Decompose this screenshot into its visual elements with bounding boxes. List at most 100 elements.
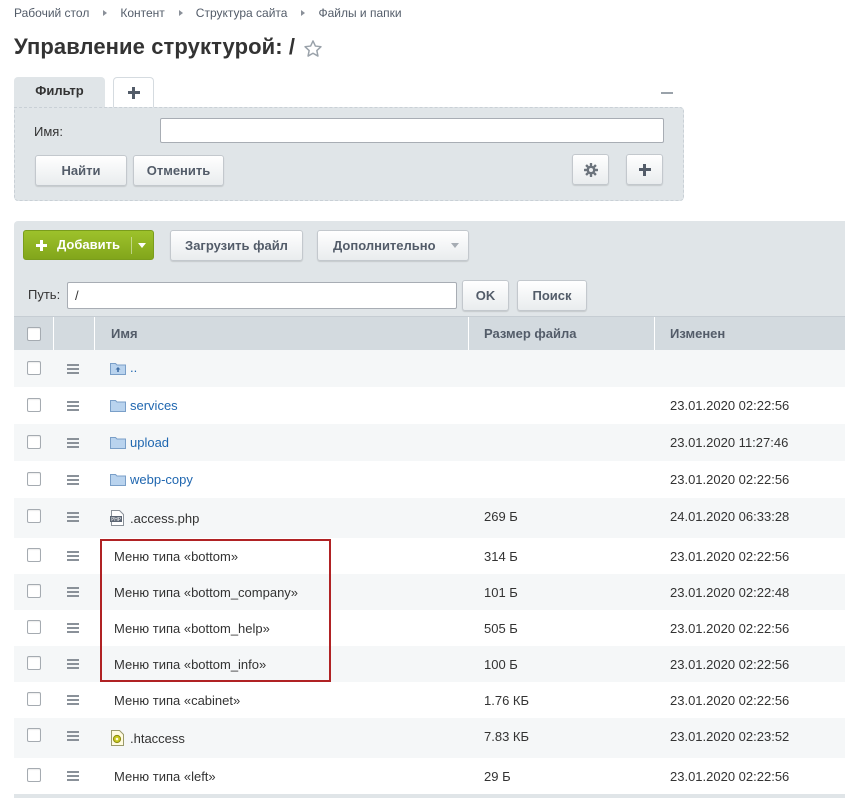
row-checkbox[interactable] <box>27 361 41 375</box>
folder-icon <box>110 474 126 486</box>
ok-button[interactable]: OK <box>462 280 509 311</box>
row-modified: 23.01.2020 02:22:56 <box>670 693 790 708</box>
breadcrumb-item-content[interactable]: Контент <box>120 6 164 20</box>
search-button[interactable]: Поиск <box>517 280 587 311</box>
row-checkbox[interactable] <box>27 728 41 742</box>
row-menu-icon[interactable] <box>67 475 79 485</box>
row-name[interactable]: services <box>130 398 178 413</box>
breadcrumb-item-files-folders[interactable]: Файлы и папки <box>318 6 401 20</box>
row-modified: 24.01.2020 06:33:28 <box>670 509 790 524</box>
row-menu-icon[interactable] <box>67 695 79 705</box>
row-name[interactable]: Меню типа «cabinet» <box>114 693 240 708</box>
add-filter-field-button[interactable] <box>626 154 663 185</box>
row-name[interactable]: Меню типа «bottom_help» <box>114 621 270 636</box>
row-name[interactable]: Меню типа «bottom_info» <box>114 657 266 672</box>
row-size: 314 Б <box>484 549 518 564</box>
table-row[interactable]: .. <box>14 350 845 387</box>
table-row[interactable]: Меню типа «left» 29 Б 23.01.2020 02:22:5… <box>14 758 845 794</box>
table-row[interactable]: services 23.01.2020 02:22:56 <box>14 387 845 424</box>
row-modified: 23.01.2020 02:23:52 <box>670 729 790 744</box>
row-name[interactable]: .htaccess <box>130 731 185 746</box>
column-header-size[interactable]: Размер файла <box>469 317 655 351</box>
row-checkbox[interactable] <box>27 435 41 449</box>
row-checkbox[interactable] <box>27 398 41 412</box>
row-name[interactable]: .. <box>130 360 137 375</box>
row-name[interactable]: webp-copy <box>130 472 193 487</box>
row-checkbox[interactable] <box>27 692 41 706</box>
header-checkbox-cell <box>14 317 54 351</box>
row-modified: 23.01.2020 02:22:56 <box>670 549 790 564</box>
more-actions-button[interactable]: Дополнительно <box>317 230 469 261</box>
row-menu-icon[interactable] <box>67 623 79 633</box>
table-row[interactable]: Меню типа «cabinet» 1.76 КБ 23.01.2020 0… <box>14 682 845 718</box>
add-button[interactable]: Добавить <box>23 230 154 260</box>
row-menu-icon[interactable] <box>67 731 79 741</box>
filter-tab[interactable]: Фильтр <box>14 77 105 109</box>
table-header: Имя Размер файла Изменен <box>14 316 845 351</box>
row-name[interactable]: .access.php <box>130 511 199 526</box>
row-name[interactable]: upload <box>130 435 169 450</box>
chevron-down-icon[interactable] <box>138 243 146 248</box>
htaccess-file-icon <box>111 730 124 746</box>
chevron-down-icon <box>451 243 459 248</box>
row-menu-icon[interactable] <box>67 771 79 781</box>
row-name[interactable]: Меню типа «bottom_company» <box>114 585 298 600</box>
php-file-icon: PHP <box>110 510 124 526</box>
collapse-filter-icon[interactable] <box>661 92 673 94</box>
upload-file-button[interactable]: Загрузить файл <box>170 230 303 261</box>
cancel-button[interactable]: Отменить <box>133 155 224 186</box>
row-size: 100 Б <box>484 657 518 672</box>
column-header-name[interactable]: Имя <box>95 317 469 351</box>
path-label: Путь: <box>28 287 61 302</box>
breadcrumb-item-site-structure[interactable]: Структура сайта <box>196 6 288 20</box>
table-row[interactable]: upload 23.01.2020 11:27:46 <box>14 424 845 461</box>
row-modified: 23.01.2020 11:27:46 <box>670 435 789 450</box>
table-row[interactable]: Меню типа «bottom_company» 101 Б 23.01.2… <box>14 574 845 610</box>
row-menu-icon[interactable] <box>67 438 79 448</box>
table-row[interactable]: Меню типа «bottom_info» 100 Б 23.01.2020… <box>14 646 845 682</box>
row-size: 269 Б <box>484 509 518 524</box>
row-checkbox[interactable] <box>27 509 41 523</box>
table-row[interactable]: webp-copy 23.01.2020 02:22:56 <box>14 461 845 498</box>
row-modified: 23.01.2020 02:22:56 <box>670 398 790 413</box>
row-checkbox[interactable] <box>27 620 41 634</box>
row-menu-icon[interactable] <box>67 551 79 561</box>
filter-name-input[interactable] <box>160 118 664 143</box>
find-button[interactable]: Найти <box>35 155 127 186</box>
row-checkbox[interactable] <box>27 768 41 782</box>
table-row[interactable]: PHP .access.php 269 Б 24.01.2020 06:33:2… <box>14 498 845 538</box>
folder-icon <box>110 400 126 412</box>
select-all-checkbox[interactable] <box>27 327 41 341</box>
column-header-name-label: Имя <box>111 326 138 341</box>
row-menu-icon[interactable] <box>67 401 79 411</box>
table-row[interactable]: .htaccess 7.83 КБ 23.01.2020 02:23:52 <box>14 718 845 758</box>
column-header-modified[interactable]: Изменен <box>655 317 845 351</box>
favorite-star-icon[interactable] <box>302 38 324 60</box>
row-checkbox[interactable] <box>27 472 41 486</box>
row-menu-icon[interactable] <box>67 659 79 669</box>
svg-text:PHP: PHP <box>111 517 121 523</box>
add-filter-tab[interactable] <box>113 77 154 107</box>
row-name[interactable]: Меню типа «bottom» <box>114 549 238 564</box>
table-row[interactable]: Меню типа «bottom» 314 Б 23.01.2020 02:2… <box>14 538 845 574</box>
column-header-modified-label: Изменен <box>670 326 726 341</box>
row-modified: 23.01.2020 02:22:56 <box>670 769 790 784</box>
row-size: 505 Б <box>484 621 518 636</box>
add-button-label: Добавить <box>57 237 120 252</box>
row-size: 1.76 КБ <box>484 693 530 708</box>
row-checkbox[interactable] <box>27 548 41 562</box>
row-menu-icon[interactable] <box>67 512 79 522</box>
more-actions-label: Дополнительно <box>333 238 436 253</box>
header-actions-cell <box>54 317 95 351</box>
breadcrumb-item-desktop[interactable]: Рабочий стол <box>14 6 89 20</box>
filter-settings-button[interactable] <box>572 154 609 185</box>
row-checkbox[interactable] <box>27 584 41 598</box>
row-name[interactable]: Меню типа «left» <box>114 769 216 784</box>
folder-up-icon <box>110 363 126 375</box>
table-row[interactable]: Меню типа «bottom_help» 505 Б 23.01.2020… <box>14 610 845 646</box>
row-checkbox[interactable] <box>27 656 41 670</box>
row-menu-icon[interactable] <box>67 364 79 374</box>
path-input[interactable]: / <box>67 282 457 309</box>
plus-icon <box>36 240 48 252</box>
row-menu-icon[interactable] <box>67 587 79 597</box>
